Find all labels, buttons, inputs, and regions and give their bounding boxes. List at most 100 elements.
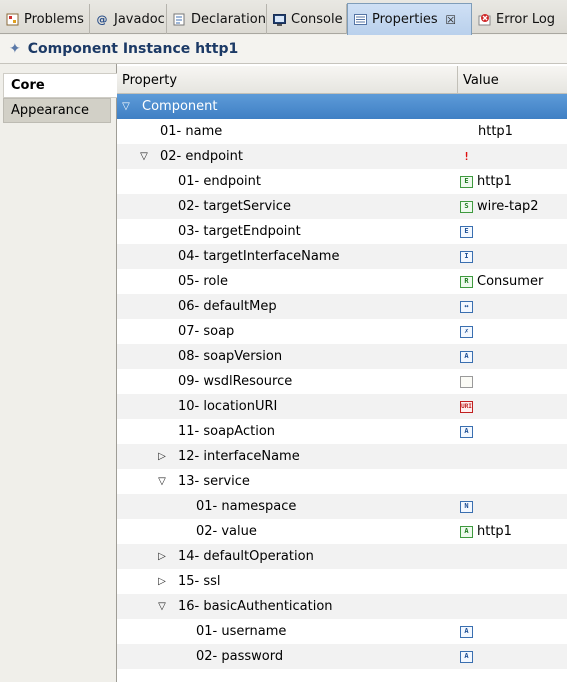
property-label: 02- targetService	[178, 199, 291, 214]
collapsed-arrow-icon[interactable]: ▷	[155, 544, 169, 569]
value-text: http1	[477, 524, 512, 539]
table-row[interactable]: 06- defaultMep ↔	[117, 294, 567, 319]
table-row-component[interactable]: ▽ Component	[117, 94, 567, 119]
tab-console[interactable]: Console	[267, 4, 347, 34]
property-label: 06- defaultMep	[178, 299, 277, 314]
column-header-value[interactable]: Value	[458, 66, 567, 94]
component-instance-icon: ✦	[9, 41, 21, 57]
namespace-icon: N	[460, 500, 473, 513]
close-icon[interactable]: ☒	[445, 13, 457, 27]
property-value[interactable]: !	[460, 144, 477, 169]
expanded-arrow-icon[interactable]: ▽	[119, 94, 133, 119]
property-label: 02- password	[196, 649, 284, 664]
expanded-arrow-icon[interactable]: ▽	[155, 469, 169, 494]
property-value[interactable]: Ehttp1	[460, 169, 512, 194]
column-header-property[interactable]: Property	[117, 66, 458, 94]
property-label: 07- soap	[178, 324, 235, 339]
table-row[interactable]: 07- soap ✗	[117, 319, 567, 344]
property-value[interactable]: A	[460, 644, 477, 669]
property-label: 08- soapVersion	[178, 349, 283, 364]
property-label: 01- username	[196, 624, 287, 639]
property-label: 02- value	[196, 524, 257, 539]
table-row[interactable]: 09- wsdlResource	[117, 369, 567, 394]
property-value[interactable]: http1	[478, 119, 513, 144]
tab-properties[interactable]: Properties ☒	[347, 3, 472, 35]
property-label: 16- basicAuthentication	[178, 599, 333, 614]
property-value[interactable]: A	[460, 344, 477, 369]
category-label: Core	[11, 78, 45, 93]
tab-error-log[interactable]: Error Log	[472, 4, 567, 34]
property-value[interactable]: Ahttp1	[460, 519, 512, 544]
interface-icon: I	[460, 250, 473, 263]
property-label: 01- namespace	[196, 499, 297, 514]
category-list: Core Appearance	[0, 64, 117, 682]
category-label: Appearance	[11, 103, 90, 118]
property-value[interactable]: URI	[460, 394, 477, 419]
table-row[interactable]: ▷ 12- interfaceName	[117, 444, 567, 469]
table-row[interactable]: ▽ 02- endpoint !	[117, 144, 567, 169]
value-text: wire-tap2	[477, 199, 539, 214]
expanded-arrow-icon[interactable]: ▽	[155, 594, 169, 619]
property-value[interactable]: Swire-tap2	[460, 194, 539, 219]
table-row[interactable]: ▷ 14- defaultOperation	[117, 544, 567, 569]
role-icon: R	[460, 275, 473, 288]
text-value-icon: A	[460, 525, 473, 538]
text-attribute-icon: A	[460, 650, 473, 663]
page-title: Component Instance http1	[27, 41, 239, 57]
property-value[interactable]: R Consumer	[460, 269, 543, 294]
property-value[interactable]: A	[460, 419, 477, 444]
expanded-arrow-icon[interactable]: ▽	[137, 144, 151, 169]
property-label: 02- endpoint	[160, 149, 244, 164]
property-label: 03- targetEndpoint	[178, 224, 301, 239]
tab-label: Javadoc	[114, 11, 165, 27]
table-header: Property Value	[117, 66, 567, 94]
view-tab-bar: Problems @ Javadoc Declaration Console Pr…	[0, 0, 567, 35]
tab-label: Declaration	[191, 11, 266, 27]
table-row[interactable]: 02- targetService Swire-tap2	[117, 194, 567, 219]
table-row[interactable]: 02- value Ahttp1	[117, 519, 567, 544]
table-row[interactable]: 02- password A	[117, 644, 567, 669]
table-row[interactable]: 01- endpoint Ehttp1	[117, 169, 567, 194]
table-row[interactable]: 03- targetEndpoint E	[117, 219, 567, 244]
property-label: 05- role	[178, 274, 228, 289]
tab-declaration[interactable]: Declaration	[167, 4, 267, 34]
table-row[interactable]: 10- locationURI URI	[117, 394, 567, 419]
category-core[interactable]: Core	[3, 73, 117, 98]
property-label: 01- endpoint	[178, 174, 262, 189]
property-label: 15- ssl	[178, 574, 221, 589]
mep-icon: ↔	[460, 300, 473, 313]
table-row[interactable]: 05- role R Consumer	[117, 269, 567, 294]
property-value[interactable]: ✗	[460, 319, 477, 344]
property-value[interactable]: ↔	[460, 294, 477, 319]
document-icon	[460, 375, 473, 388]
property-value[interactable]: N	[460, 494, 477, 519]
tab-problems[interactable]: Problems	[0, 4, 90, 34]
category-appearance[interactable]: Appearance	[3, 98, 111, 123]
property-value[interactable]	[460, 369, 477, 394]
table-row[interactable]: 01- name http1	[117, 119, 567, 144]
property-label: Component	[142, 99, 218, 114]
property-value[interactable]: A	[460, 619, 477, 644]
collapsed-arrow-icon[interactable]: ▷	[155, 444, 169, 469]
property-value[interactable]: I	[460, 244, 477, 269]
value-text: http1	[478, 124, 513, 139]
property-value[interactable]: E	[460, 219, 477, 244]
endpoint-ref-icon: E	[460, 225, 473, 238]
table-row[interactable]: 01- namespace N	[117, 494, 567, 519]
collapsed-arrow-icon[interactable]: ▷	[155, 569, 169, 594]
tab-label: Console	[291, 11, 343, 27]
table-row[interactable]: ▽ 13- service	[117, 469, 567, 494]
value-text: Consumer	[477, 274, 544, 289]
table-row[interactable]: ▽ 16- basicAuthentication	[117, 594, 567, 619]
table-row[interactable]: 01- username A	[117, 619, 567, 644]
table-row[interactable]: 04- targetInterfaceName I	[117, 244, 567, 269]
tab-javadoc[interactable]: @ Javadoc	[90, 4, 167, 34]
tab-label: Properties	[372, 12, 438, 27]
property-label: 13- service	[178, 474, 250, 489]
error-log-icon	[477, 12, 491, 26]
table-row[interactable]: ▷ 15- ssl	[117, 569, 567, 594]
property-label: 14- defaultOperation	[178, 549, 314, 564]
table-row[interactable]: 11- soapAction A	[117, 419, 567, 444]
table-row[interactable]: 08- soapVersion A	[117, 344, 567, 369]
property-label: 04- targetInterfaceName	[178, 249, 340, 264]
